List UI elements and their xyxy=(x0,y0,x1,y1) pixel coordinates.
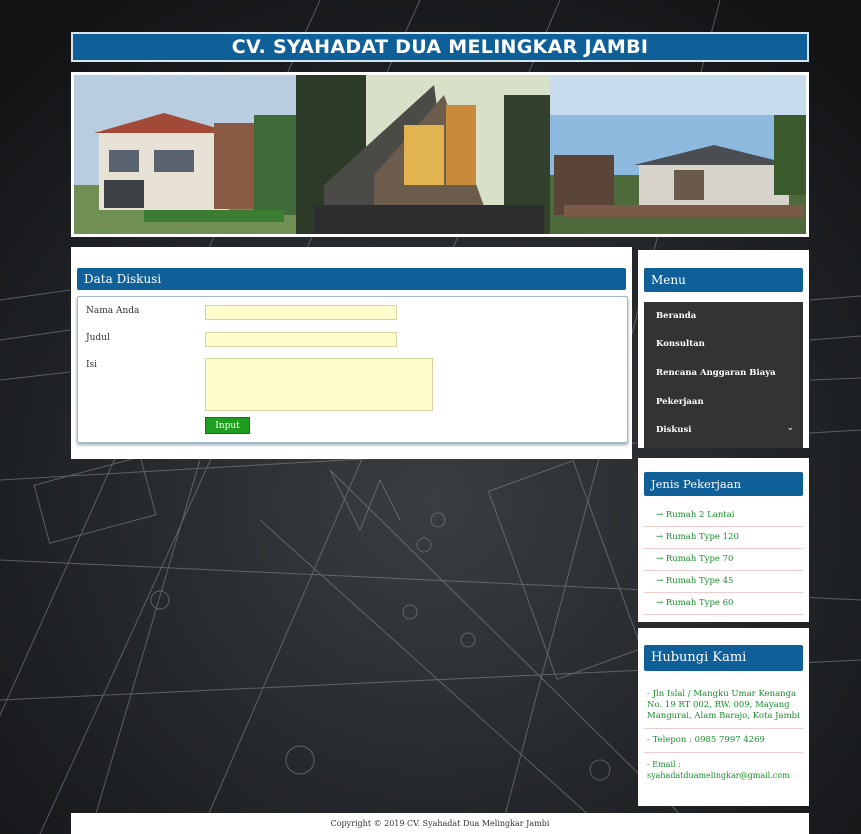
jenis-title: Jenis Pekerjaan xyxy=(644,472,803,496)
jenis-item[interactable]: → Rumah Type 45 xyxy=(644,571,803,593)
jenis-panel: Jenis Pekerjaan → Rumah 2 Lantai → Rumah… xyxy=(638,458,809,622)
menu-item-konsultan[interactable]: Konsultan xyxy=(656,339,705,349)
contact-panel: Hubungi Kami - Jln Islal / Mangku Umar K… xyxy=(638,628,809,806)
menu-item-beranda[interactable]: Beranda xyxy=(656,311,696,321)
subject-label: Judul xyxy=(86,333,110,343)
jenis-item[interactable]: → Rumah Type 70 xyxy=(644,549,803,571)
site-title: CV. SYAHADAT DUA MELINGKAR JAMBI xyxy=(71,32,809,62)
menu-panel: Menu Beranda Konsultan Rencana Anggaran … xyxy=(638,250,809,448)
contact-address: - Jln Islal / Mangku Umar Kenanga No. 19… xyxy=(644,683,803,729)
jenis-item[interactable]: → Rumah Type 120 xyxy=(644,527,803,549)
discussion-panel: Data Diskusi Nama Anda Judul Isi Input xyxy=(71,247,632,459)
contact-title: Hubungi Kami xyxy=(644,645,803,671)
contact-email[interactable]: - Email : syahadatduamelingkar@gmail.com xyxy=(644,753,803,787)
menu-item-rab[interactable]: Rencana Anggaran Biaya xyxy=(656,368,776,378)
subject-input[interactable] xyxy=(205,332,397,347)
menu-title: Menu xyxy=(644,268,803,292)
menu-list: Beranda Konsultan Rencana Anggaran Biaya… xyxy=(644,302,803,448)
jenis-list: → Rumah 2 Lantai → Rumah Type 120 → Ruma… xyxy=(644,505,803,615)
submit-button[interactable]: Input xyxy=(205,417,250,434)
discussion-form: Nama Anda Judul Isi Input xyxy=(77,296,628,443)
discussion-title: Data Diskusi xyxy=(77,268,626,290)
body-textarea[interactable] xyxy=(205,358,433,411)
name-input[interactable] xyxy=(205,305,397,320)
menu-item-pekerjaan[interactable]: Pekerjaan xyxy=(656,397,704,407)
name-label: Nama Anda xyxy=(86,306,140,316)
body-label: Isi xyxy=(86,360,98,370)
jenis-item[interactable]: → Rumah Type 60 xyxy=(644,593,803,615)
contact-phone: - Telepon : 0985 7997 4269 xyxy=(644,729,803,753)
chevron-down-icon[interactable]: ⌄ xyxy=(786,423,794,433)
banner xyxy=(71,72,809,237)
menu-item-diskusi[interactable]: Diskusi xyxy=(656,425,691,435)
footer-copyright: Copyright © 2019 CV. Syahadat Dua Meling… xyxy=(71,813,809,834)
banner-houses-image xyxy=(74,75,806,234)
jenis-item[interactable]: → Rumah 2 Lantai xyxy=(644,505,803,527)
contact-body: - Jln Islal / Mangku Umar Kenanga No. 19… xyxy=(644,683,803,787)
